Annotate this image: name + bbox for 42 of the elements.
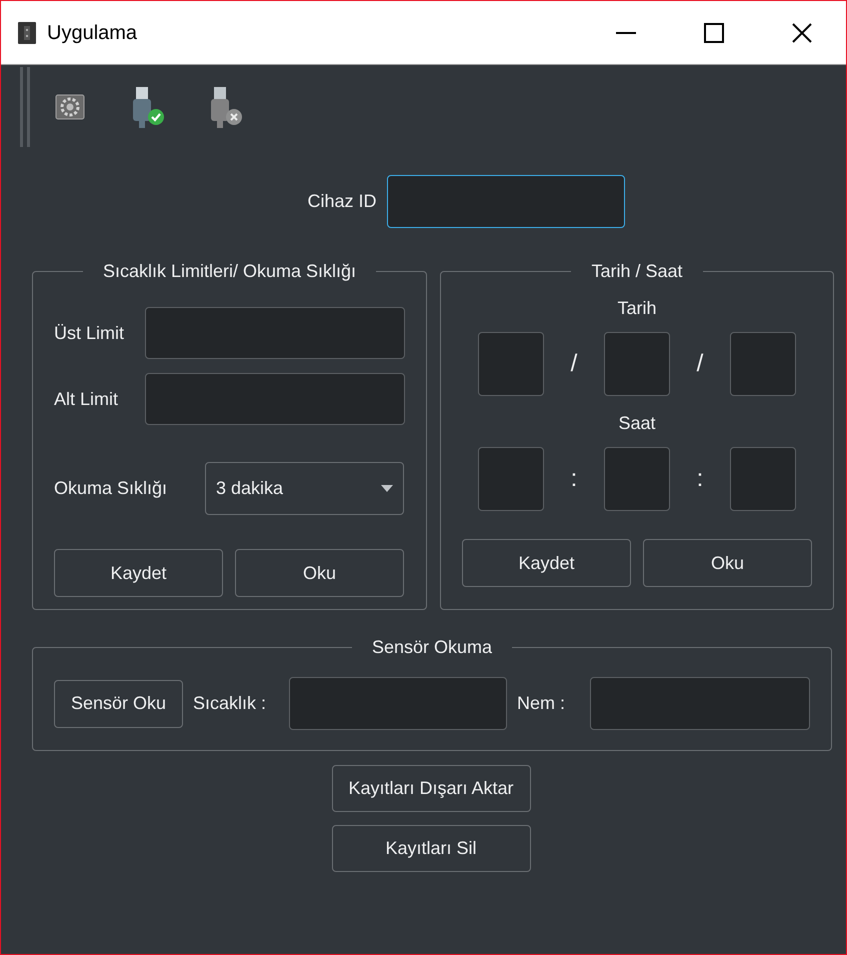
action-button[interactable]: Kayıtları Dışarı Aktar [332,765,530,812]
field-label: Alt Limit [54,388,120,410]
sensor-read-button[interactable]: Sensör Oku [54,680,183,728]
field-label: Cihaz ID [307,190,377,213]
field-label: Okuma Sıklığı [54,477,168,500]
input-field[interactable] [145,373,405,425]
group-title: Tarih / Saat [591,261,683,281]
gear-icon [55,94,85,120]
frequency-dropdown[interactable]: 3 dakika [205,462,404,515]
action-button[interactable]: Oku [235,549,404,597]
temperature-field[interactable] [289,677,507,730]
separator: / [570,349,578,379]
field-label: Üst Limit [54,322,126,344]
chip-icon [16,20,38,44]
maximize-icon [704,22,724,42]
window-title: Uygulama [47,20,138,46]
input-field[interactable] [730,447,796,511]
input-field[interactable] [604,447,670,511]
caret-icon [381,485,393,492]
section-label: Tarih [617,297,656,320]
humidity-field[interactable] [590,677,810,730]
close-icon [792,22,812,42]
input-field[interactable] [730,332,796,396]
field-label: Sıcaklık : [193,692,268,715]
input-field[interactable] [478,332,544,396]
input-field[interactable] [478,447,544,511]
input-field[interactable] [145,307,405,359]
group-title: Sıcaklık Limitleri/ Okuma Sıklığı [102,261,356,281]
separator: : [696,464,704,494]
action-button[interactable]: Kaydet [462,539,631,587]
minimize-icon [616,32,636,34]
section-label: Saat [618,412,656,435]
action-button[interactable]: Kaydet [54,549,223,597]
action-button[interactable]: Oku [643,539,812,587]
separator: : [570,464,578,494]
field-label: Nem : [517,692,566,715]
group-title: Sensör Okuma [372,637,492,657]
input-field[interactable] [604,332,670,396]
action-button[interactable]: Kayıtları Sil [332,825,530,872]
device-id-field[interactable] [386,175,625,228]
toolbar-grip-icon [18,67,32,147]
separator: / [696,349,704,379]
